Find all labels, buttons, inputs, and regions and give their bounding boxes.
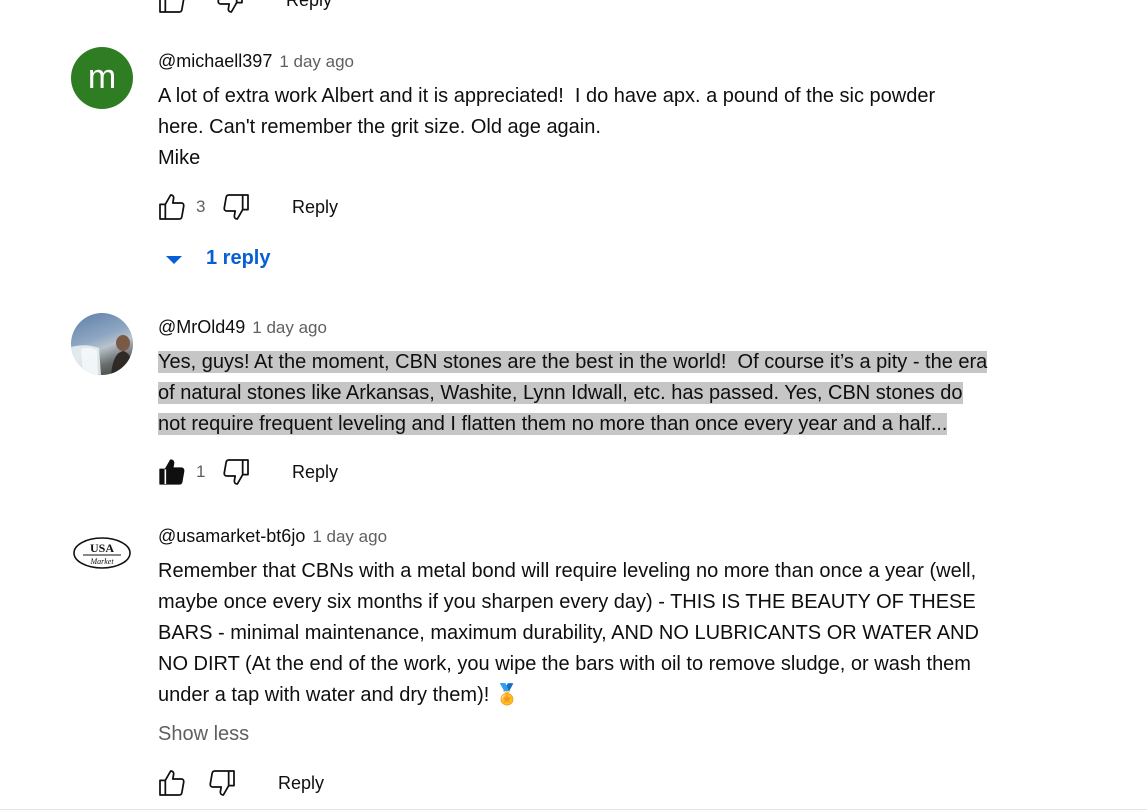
thumbs-down-icon[interactable]: [206, 767, 238, 799]
thumbs-down-icon[interactable]: [214, 0, 246, 16]
thumbs-up-icon[interactable]: [156, 767, 188, 799]
reply-button[interactable]: Reply: [286, 0, 332, 11]
thumbs-up-icon[interactable]: [156, 191, 188, 223]
thumbs-up-icon[interactable]: [156, 0, 188, 16]
like-count: 3: [196, 197, 206, 216]
avatar[interactable]: [71, 313, 133, 375]
comment-text: Remember that CBNs with a metal bond wil…: [158, 560, 979, 706]
comment-author[interactable]: @michaell397: [158, 51, 272, 72]
like-count: 1: [196, 462, 206, 481]
comment-timestamp[interactable]: 1 day ago: [279, 52, 354, 72]
comment-text: Yes, guys! At the moment, CBN stones are…: [158, 351, 988, 435]
comment-author[interactable]: @usamarket-bt6jo: [158, 526, 305, 547]
reply-button[interactable]: Reply: [278, 773, 324, 794]
avatar[interactable]: USA Market: [71, 522, 133, 584]
view-replies-button[interactable]: 1 reply: [166, 247, 270, 270]
usa-market-logo: USA Market: [73, 537, 131, 569]
top-partial-actions: Reply: [156, 0, 332, 17]
divider: [0, 809, 1147, 810]
thumbs-down-icon[interactable]: [220, 191, 252, 223]
avatar[interactable]: m: [71, 47, 133, 109]
comment-actions: 3 Reply: [156, 190, 338, 224]
caret-down-icon: [166, 255, 182, 264]
comment-timestamp[interactable]: 1 day ago: [312, 527, 387, 547]
reply-button[interactable]: Reply: [292, 462, 338, 483]
comment-timestamp[interactable]: 1 day ago: [252, 318, 327, 338]
reply-button[interactable]: Reply: [292, 197, 338, 218]
show-less-button[interactable]: Show less: [158, 723, 249, 746]
thumbs-up-icon[interactable]: [156, 456, 188, 488]
comment-actions: Reply: [156, 766, 324, 800]
avatar-letter: m: [87, 58, 117, 96]
svg-text:Market: Market: [89, 557, 114, 566]
comment-text: A lot of extra work Albert and it is app…: [158, 85, 936, 169]
comment-author[interactable]: @MrOld49: [158, 317, 245, 338]
svg-text:USA: USA: [90, 541, 114, 555]
comment-actions: 1 Reply: [156, 455, 338, 489]
replies-count-label: 1 reply: [206, 247, 271, 269]
thumbs-down-icon[interactable]: [220, 456, 252, 488]
avatar-photo: [71, 335, 133, 375]
